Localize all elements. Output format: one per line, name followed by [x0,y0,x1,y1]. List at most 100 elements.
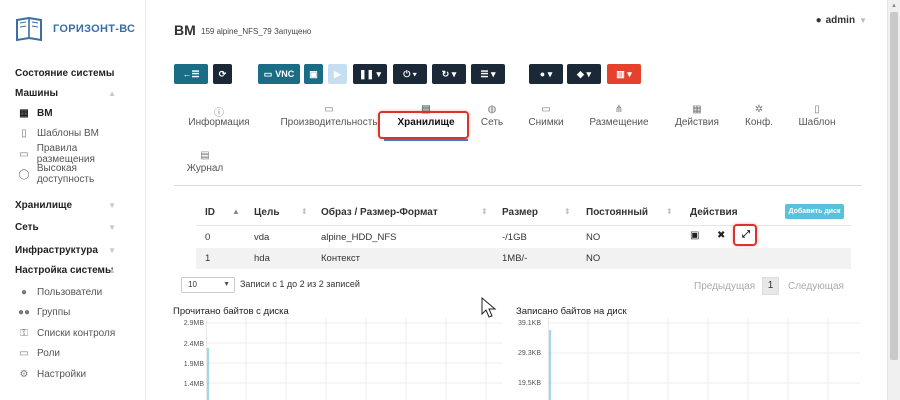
read-chart-title: Прочитано байтов с диска [173,306,289,317]
sidebar-item-label: Роли [37,347,60,359]
sidebar-item-placement-rules[interactable]: ▭ Правила размещения [17,143,136,165]
vnc-label: VNC [275,69,295,79]
y-tick-label: 2.9MB [183,320,204,327]
pause-menu-button[interactable]: ❚❚ ▾ [353,64,387,84]
mouse-cursor-icon [481,297,497,318]
vertical-scrollbar[interactable]: ▲ [887,0,900,400]
chevron-down-icon: ▼ [223,281,230,288]
chevron-down-icon: ▼ [108,222,116,232]
y-tick-label: 1.9MB [183,361,204,368]
sidebar-item-vm[interactable]: ▦ ВМ [17,104,136,122]
sidebar-item-system-status[interactable]: Состояние системы [15,64,136,82]
monitor-icon: ▭ [263,68,273,79]
cell-target: vda [254,232,270,243]
sidebar-item-label: Шаблоны ВМ [37,127,100,139]
tab-label: Журнал [186,163,224,174]
col-header-persistent[interactable]: Постоянный [586,207,648,218]
reboot-icon: ↻ ▾ [441,68,457,79]
play-button[interactable]: ▶ [328,64,347,84]
prev-page-button[interactable]: Предыдущая [694,281,755,292]
tab-label: Сеть [480,117,504,128]
user-menu[interactable]: ● admin ▼ [816,15,867,26]
tab-placement[interactable]: ⋔ Размещение [574,104,664,128]
current-page-button[interactable]: 1 [762,277,779,295]
user-icon: ● ▾ [539,68,553,79]
header: ВМ 159 alpine_NFS_79 Запущено ● admin ▼ [147,0,887,50]
power-menu-button[interactable]: ⏻ ▾ [393,64,427,84]
sidebar-item-acl[interactable]: ⚿ Списки контроля [17,324,136,342]
col-header-image[interactable]: Образ / Размер-Формат [321,207,438,218]
list-menu-button[interactable]: ☰ ▾ [471,64,505,84]
tab-template[interactable]: ▯ Шаблон [772,104,862,128]
key-icon: ⚿ [20,327,28,339]
labels-menu-button[interactable]: ◆ ▾ [567,64,601,84]
reboot-menu-button[interactable]: ↻ ▾ [432,64,466,84]
sidebar-item-system-settings[interactable]: Настройка системы ▲ [15,261,136,279]
scroll-up-icon[interactable]: ▲ [891,3,897,9]
refresh-icon: ⟳ [218,68,227,79]
user-name: admin [825,15,856,26]
save-button[interactable]: ▣ [304,64,323,84]
sidebar-item-vm-templates[interactable]: ▯ Шаблоны ВМ [17,124,136,142]
sidebar-item-roles[interactable]: ▭ Роли [17,344,136,362]
disk-save-icon[interactable]: ▣ [690,230,699,241]
sidebar-item-storage[interactable]: Хранилище ▼ [15,196,136,214]
user-icon: ● [20,286,28,298]
delete-menu-button[interactable]: ▥ ▾ [607,64,641,84]
sidebar-item-high-availability[interactable]: ◯ Высокая доступность [17,163,136,185]
tab-label: Действия [675,117,719,128]
refresh-button[interactable]: ⟳ [213,64,232,84]
y-tick-label: 2.4MB [183,341,204,348]
sidebar-item-infrastructure[interactable]: Инфраструктура ▼ [15,241,136,259]
sidebar-item-users[interactable]: ● Пользователи [17,283,136,301]
page-title: ВМ [174,22,196,38]
sidebar-item-label: Машины [15,87,59,99]
play-icon: ▶ [334,68,341,79]
list-icon: ☰ ▾ [480,68,496,79]
tab-log[interactable]: ▤ Журнал [160,150,250,174]
sidebar-item-label: Группы [37,306,71,318]
floppy-icon: ▣ [309,68,318,79]
col-header-id[interactable]: ID [205,207,215,218]
sidebar-item-label: Правила размещения [36,143,95,165]
cell-image: Контекст [321,253,360,264]
sort-icon: ⬍ [666,207,673,216]
tab-label: Снимки [528,117,564,128]
read-bytes-chart [206,318,503,400]
active-tab-underline [384,139,468,141]
chevron-down-icon: ▼ [108,245,116,255]
page-length-value: 10 [188,280,197,289]
vm-subtitle: 159 alpine_NFS_79 Запущено [201,27,312,36]
pagination-info: Записи с 1 до 2 из 2 записей [240,279,360,289]
tab-label: Производительность [280,117,378,128]
logo[interactable]: ГОРИЗОНТ-ВС [14,14,135,44]
owner-menu-button[interactable]: ● ▾ [529,64,563,84]
tab-info[interactable]: ⓘ Информация [174,104,264,128]
scrollbar-thumb[interactable] [890,12,898,360]
pause-icon: ❚❚ ▾ [358,68,382,79]
write-bytes-chart [548,318,860,400]
disk-delete-icon[interactable]: ✖ [717,230,725,241]
logo-text: ГОРИЗОНТ-ВС [53,23,136,35]
file-icon: ▯ [21,127,27,139]
sidebar-item-settings[interactable]: ⚙ Настройки [17,365,136,383]
col-header-size[interactable]: Размер [502,207,538,218]
next-page-button[interactable]: Следующая [788,281,844,292]
highlight-box-storage-tab [378,111,469,139]
back-list-button[interactable]: ←☰ [174,64,208,84]
tab-performance[interactable]: ▭ Производительность [277,104,381,128]
vnc-button[interactable]: ▭ VNC [258,64,300,84]
cell-image: alpine_HDD_NFS [321,232,397,243]
col-header-target[interactable]: Цель [254,207,280,218]
users-icon: ●● [17,306,31,318]
sidebar-item-machines[interactable]: Машины ▲ [15,84,136,102]
cell-id: 1 [205,253,211,264]
sidebar-item-label: Состояние системы [15,67,115,79]
back-list-icon: ←☰ [182,68,200,79]
add-disk-button[interactable]: Добавить диск [785,204,844,219]
info-icon: ⓘ [214,108,224,119]
sidebar-item-network[interactable]: Сеть ▼ [15,218,136,236]
page-length-select[interactable]: 10 ▼ [181,277,235,293]
tab-label: Размещение [589,117,649,128]
sidebar-item-groups[interactable]: ●● Группы [17,303,136,321]
